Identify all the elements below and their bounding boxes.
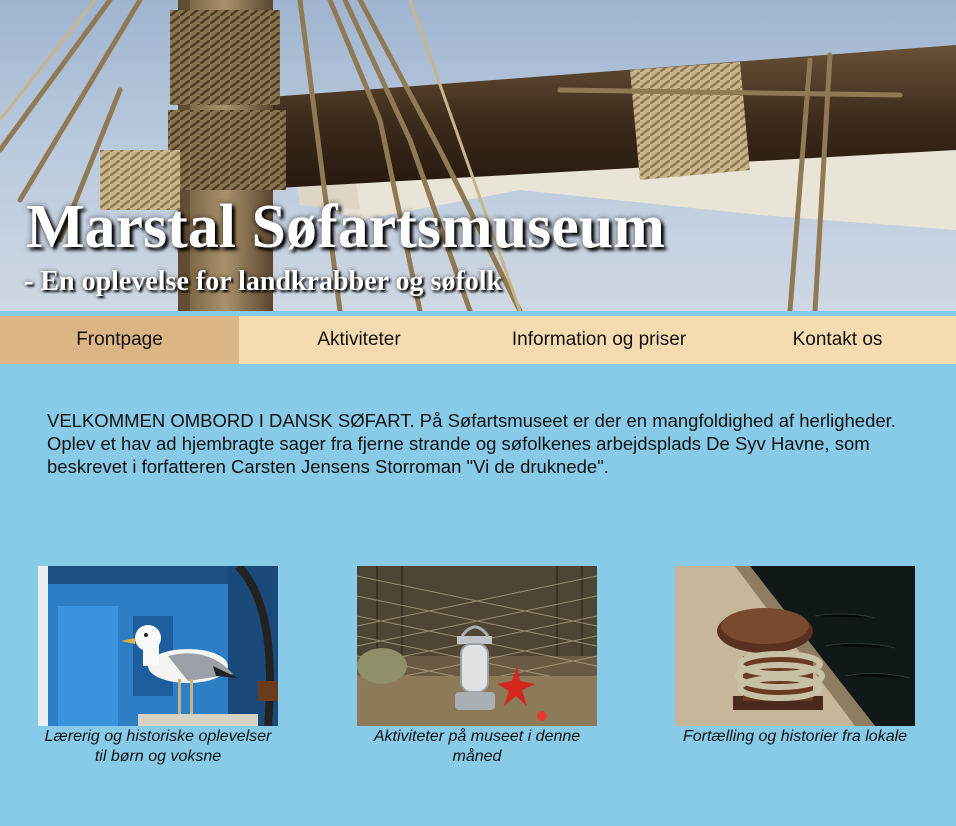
feature-cards: Lærerig og historiske oplevelser til bør… [0, 566, 956, 826]
bollard-rope-photo[interactable] [675, 566, 915, 726]
card-caption: Aktiviteter på museet i denne måned [373, 728, 581, 765]
card-aktiviteter: Aktiviteter på museet i denne måned [357, 566, 597, 767]
card-lokale-historier: Fortælling og historier fra lokale [675, 566, 915, 747]
site-title: Marstal Søfartsmuseum [26, 193, 665, 261]
card-caption: Fortælling og historier fra lokale [682, 728, 908, 745]
nav-item-information-og-priser[interactable]: Information og priser [479, 316, 719, 364]
nav-item-kontakt-os[interactable]: Kontakt os [719, 316, 956, 364]
nav-item-aktiviteter[interactable]: Aktiviteter [239, 316, 479, 364]
header-banner: Marstal Søfartsmuseum - En oplevelse for… [0, 0, 956, 311]
lantern-net-photo[interactable] [357, 566, 597, 726]
site-subtitle: - En oplevelse for landkrabber og søfolk [24, 266, 503, 297]
card-caption: Lærerig og historiske oplevelser til bør… [44, 728, 272, 765]
card-boern-og-voksne: Lærerig og historiske oplevelser til bør… [38, 566, 278, 767]
nav-item-frontpage[interactable]: Frontpage [0, 316, 239, 364]
ship-mast-ropes-image [0, 0, 956, 311]
seagull-photo[interactable] [38, 566, 278, 726]
intro-text: VELKOMMEN OMBORD I DANSK SØFART. På Søfa… [47, 410, 896, 477]
main-content: VELKOMMEN OMBORD I DANSK SØFART. På Søfa… [0, 364, 956, 826]
main-navigation: Frontpage Aktiviteter Information og pri… [0, 316, 956, 364]
